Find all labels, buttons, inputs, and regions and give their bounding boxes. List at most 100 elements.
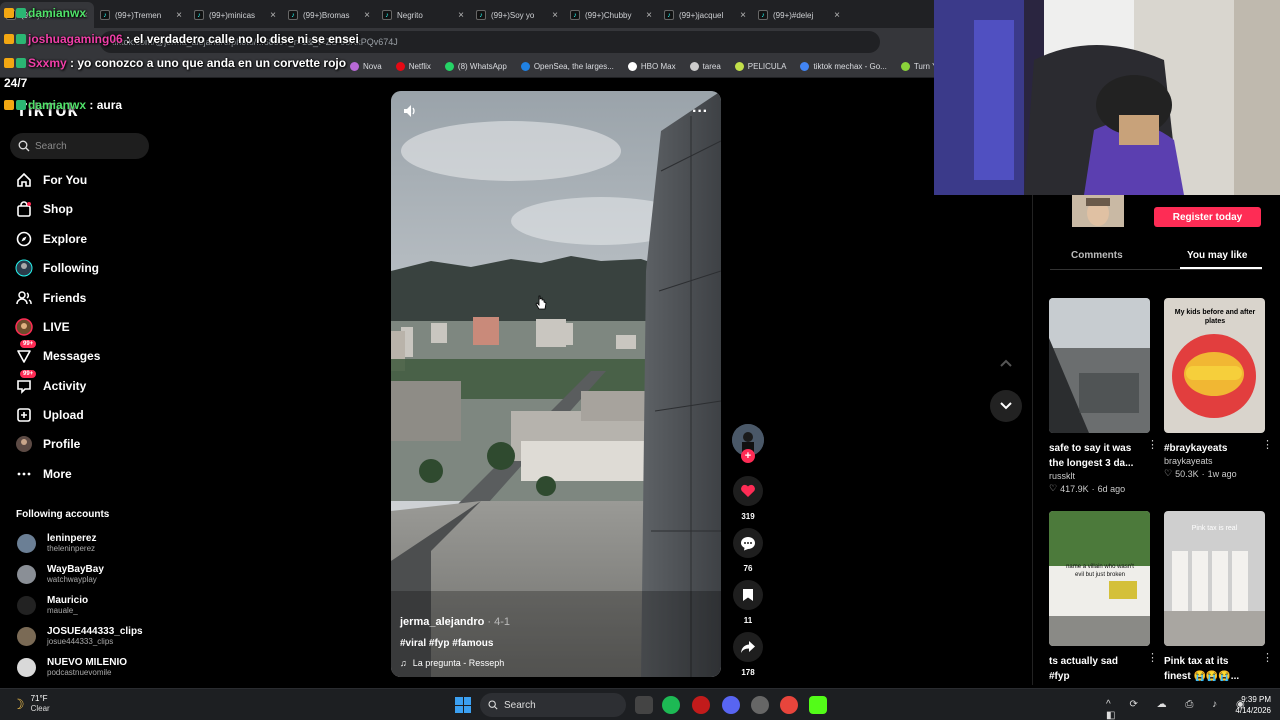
sidebar-item-explore[interactable]: Explore [14,228,87,250]
browser-tab[interactable]: ♪ (99+)Bromas × [282,2,376,28]
following-account[interactable]: WayBayBay watchwayplay [17,564,104,585]
sidebar-item-profile[interactable]: Profile [14,433,80,455]
following-account[interactable]: leninperez theleninperez [17,533,96,554]
tab-comments[interactable]: Comments [1071,250,1123,261]
close-icon[interactable]: × [740,10,746,21]
sidebar-item-friends[interactable]: Friends [14,287,86,309]
save-count: 11 [743,616,753,625]
card-more-icon[interactable]: ⋮ [1262,438,1273,451]
close-icon[interactable]: × [270,10,276,21]
browser-tab[interactable]: ♪ Negrito × [376,2,470,28]
upload-icon [14,405,34,425]
more-options-icon[interactable]: ··· [692,103,708,121]
search-box[interactable] [10,133,149,159]
sidebar-item-label: Activity [43,379,87,393]
browser-tab[interactable]: ♪ (99+)minicas × [188,2,282,28]
bookmark-label: OpenSea, the larges... [533,62,614,71]
browser-tab[interactable]: ♪ (99+)Tremen × [94,2,188,28]
mini-thumbnail[interactable] [1072,195,1124,227]
discord-icon[interactable] [722,696,740,714]
sidebar-item-for-you[interactable]: For You [14,169,87,191]
card-more-icon[interactable]: ⋮ [1262,651,1273,664]
video-author[interactable]: jerma_alejandro · 4-1 [400,616,510,628]
moon-icon: ☽ [12,695,25,712]
follow-button[interactable]: + [741,449,755,463]
bookmark-item[interactable]: tiktok mechax - Go... [800,62,887,71]
sidebar-item-shop[interactable]: Shop [14,198,73,220]
video-author-name[interactable]: jerma_alejandro [400,616,484,628]
register-button[interactable]: Register today [1154,207,1261,227]
chat-message: joshuagaming06 : el verdadero calle no l… [4,32,359,46]
task-view-icon[interactable] [635,696,653,714]
notification-badge: 99+ [20,370,37,378]
card-title: Pink tax at its [1164,656,1229,667]
taskbar-search[interactable]: Search [480,693,626,717]
next-video-button[interactable] [990,390,1022,422]
close-icon[interactable]: × [364,10,370,21]
close-icon[interactable]: × [458,10,464,21]
volume-icon[interactable] [403,104,417,118]
chat-message: Sxxmy : yo conozco a uno que anda en un … [4,56,346,70]
following-accounts-title: Following accounts [16,509,110,520]
shop-icon [14,199,34,219]
recommended-card[interactable]: name a villain who wasn't evil but just … [1049,511,1158,684]
recommended-card[interactable]: My kids before and after plates #braykay… [1164,298,1273,479]
following-account[interactable]: NUEVO MILENIO podcastnuevomile [17,657,127,678]
save-button[interactable]: 11 [733,580,763,625]
browser-tab[interactable]: ♪ (99+)Chubby × [564,2,658,28]
bookmark-item[interactable]: Netflix [395,62,431,71]
like-button[interactable]: 319 [733,476,763,521]
taskbar-clock[interactable]: 9:39 PM 4/14/2026 [1225,694,1271,716]
previous-video-button[interactable] [990,347,1022,379]
bookmark-item[interactable]: HBO Max [627,62,676,71]
chrome-icon[interactable] [780,696,798,714]
sidebar-item-messages[interactable]: 99+ Messages [14,340,100,367]
live-icon [14,317,34,337]
recommended-card[interactable]: Pink tax is real Pink tax at its finest … [1164,511,1273,684]
bookmark-item[interactable]: Nova [350,62,382,71]
sidebar-item-following[interactable]: Following [14,257,99,279]
browser-tab[interactable]: ♪ (99+)jacquel × [658,2,752,28]
notification-badge: 99+ [20,340,37,348]
search-input[interactable] [35,140,145,152]
spotify-icon[interactable] [662,696,680,714]
bookmark-item[interactable]: OpenSea, the larges... [520,62,614,71]
sidebar-item-live[interactable]: LIVE [14,316,70,338]
windows-start-icon[interactable] [455,697,471,713]
bookmark-item[interactable]: (8) WhatsApp [444,62,507,71]
comment-button[interactable]: 76 [733,528,763,573]
browser-tab[interactable]: ♪ (99+)Soy yo × [470,2,564,28]
account-handle: mauale_ [47,606,78,615]
share-button[interactable]: 178 [733,632,763,677]
kick-icon[interactable] [809,696,827,714]
recommended-card[interactable]: safe to say it was the longest 3 da... r… [1049,298,1158,494]
sidebar-item-upload[interactable]: Upload [14,404,84,426]
share-count: 178 [741,668,755,677]
account-name: NUEVO MILENIO [47,657,128,668]
card-more-icon[interactable]: ⋮ [1147,651,1158,664]
sidebar-item-activity[interactable]: 99+ Activity [14,370,87,397]
bookmark-item[interactable]: tarea [689,62,721,71]
browser-tab[interactable]: ♪ (99+)#delej × [752,2,846,28]
card-more-icon[interactable]: ⋮ [1147,438,1158,451]
close-icon[interactable]: × [552,10,558,21]
opera-icon[interactable] [692,696,710,714]
weather-widget[interactable]: ☽ 71°F Clear [12,694,50,714]
video-hashtags[interactable]: #viral #fyp #famous [400,638,493,649]
following-account[interactable]: JOSUE444333_clips josue444333_clips [17,626,143,647]
bookmark-item[interactable]: PELICULA [734,62,786,71]
close-icon[interactable]: × [646,10,652,21]
bookmark-favicon-icon [395,62,405,71]
chat-username: 24/7 [4,76,28,90]
app-icon[interactable] [751,696,769,714]
video-player[interactable] [391,91,721,677]
card-title-line2: #fyp [1049,671,1070,682]
close-icon[interactable]: × [834,10,840,21]
video-music[interactable]: ♫ La pregunta - Resseph [400,658,504,668]
account-name: Mauricio [47,595,89,606]
tab-you-may-like[interactable]: You may like [1187,250,1247,261]
close-icon[interactable]: × [176,10,182,21]
sidebar-item-more[interactable]: More [14,463,72,485]
following-account[interactable]: Mauricio mauale_ [17,595,88,616]
sidebar-item-label: Explore [43,232,88,246]
